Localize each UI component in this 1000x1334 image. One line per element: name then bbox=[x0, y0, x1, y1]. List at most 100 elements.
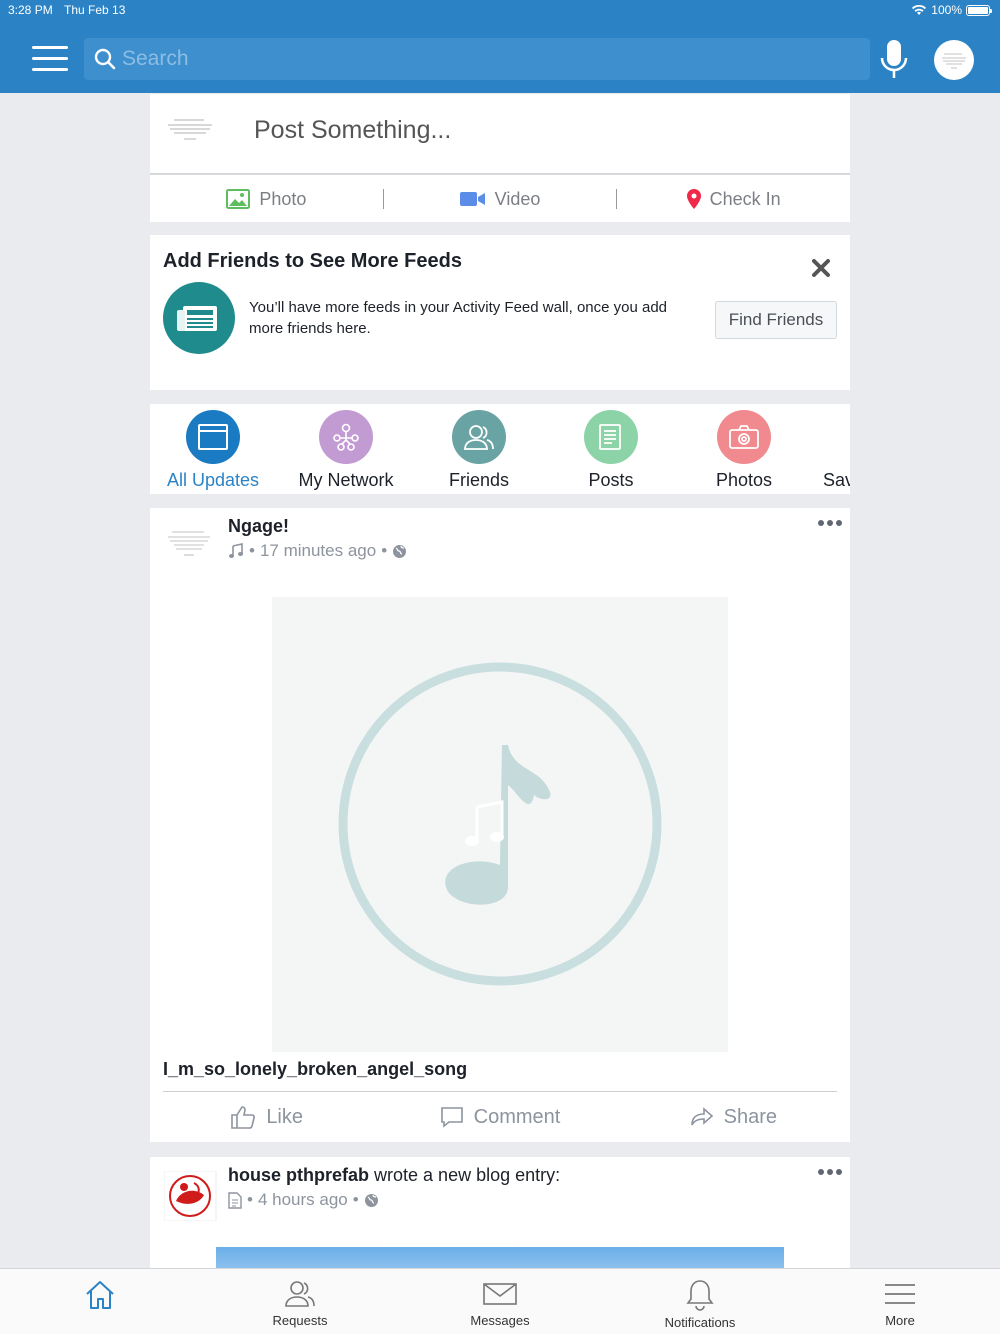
network-icon bbox=[319, 410, 373, 464]
share-icon bbox=[690, 1107, 713, 1126]
feed-filter-bar: All Updates My Network Friends Posts Pho… bbox=[150, 404, 850, 494]
photo-icon bbox=[226, 189, 251, 209]
post-author-avatar[interactable] bbox=[164, 522, 218, 572]
hamburger-menu-icon[interactable] bbox=[32, 46, 68, 72]
tab-requests[interactable]: Requests bbox=[200, 1269, 400, 1334]
post-time: 17 minutes ago bbox=[259, 541, 377, 560]
post-author-avatar[interactable] bbox=[163, 1170, 218, 1222]
check-in-label: Check In bbox=[709, 188, 781, 209]
post-meta: • 4 hours ago • bbox=[228, 1190, 379, 1210]
post-author-line: house pthprefab wrote a new blog entry: bbox=[228, 1165, 560, 1186]
video-icon bbox=[459, 192, 485, 206]
wifi-icon bbox=[912, 4, 927, 15]
globe-icon bbox=[364, 1193, 378, 1207]
add-friends-card: Add Friends to See More Feeds You’ll hav… bbox=[150, 235, 850, 390]
posts-icon bbox=[584, 410, 638, 464]
newspaper-icon bbox=[163, 282, 235, 354]
post-options-icon[interactable] bbox=[818, 1169, 842, 1175]
filter-label: Posts bbox=[588, 470, 634, 490]
photo-button[interactable]: Photo bbox=[150, 176, 383, 222]
post-actions: Like Comment Share bbox=[150, 1094, 850, 1140]
location-pin-icon bbox=[686, 189, 701, 209]
check-in-button[interactable]: Check In bbox=[617, 176, 850, 222]
like-button[interactable]: Like bbox=[150, 1094, 383, 1140]
filter-friends[interactable]: Friends bbox=[414, 410, 544, 491]
requests-icon bbox=[285, 1281, 315, 1307]
share-label: Share bbox=[723, 1105, 777, 1128]
tab-notifications[interactable]: Notifications bbox=[600, 1269, 800, 1334]
search-bar[interactable] bbox=[84, 38, 870, 80]
filter-label: Friends bbox=[448, 470, 510, 490]
music-note-icon bbox=[229, 543, 243, 558]
find-friends-button[interactable]: Find Friends bbox=[715, 301, 837, 339]
filter-label: Sav bbox=[823, 470, 850, 490]
camera-icon bbox=[717, 410, 771, 464]
add-friends-title: Add Friends to See More Feeds bbox=[163, 250, 462, 272]
post-author-name[interactable]: house pthprefab bbox=[228, 1165, 369, 1185]
comment-icon bbox=[440, 1107, 463, 1128]
comment-button[interactable]: Comment bbox=[383, 1094, 616, 1140]
battery-percent: 100% bbox=[931, 3, 962, 17]
window-icon bbox=[186, 410, 240, 464]
filter-all-updates[interactable]: All Updates bbox=[150, 410, 278, 491]
filter-photos[interactable]: Photos bbox=[679, 410, 809, 491]
tab-messages[interactable]: Messages bbox=[400, 1269, 600, 1334]
profile-avatar[interactable] bbox=[934, 40, 974, 80]
like-label: Like bbox=[266, 1105, 304, 1128]
bottom-tab-bar: Requests Messages Notifications More bbox=[0, 1268, 1000, 1334]
composer-placeholder[interactable]: Post Something... bbox=[254, 116, 451, 145]
microphone-icon[interactable] bbox=[878, 38, 910, 80]
close-icon[interactable] bbox=[810, 257, 832, 279]
envelope-icon bbox=[483, 1283, 517, 1305]
photo-label: Photo bbox=[259, 188, 307, 209]
filter-my-network[interactable]: My Network bbox=[281, 410, 411, 491]
filter-label: Photos bbox=[715, 470, 773, 490]
music-circle-icon bbox=[338, 662, 662, 986]
post-media-title[interactable]: I_m_so_lonely_broken_angel_song bbox=[163, 1059, 467, 1080]
search-input[interactable] bbox=[122, 44, 822, 74]
status-time: 3:28 PM bbox=[8, 3, 53, 17]
saved-icon bbox=[812, 410, 850, 464]
post-time: 4 hours ago bbox=[257, 1190, 348, 1209]
status-right: 100% bbox=[911, 3, 992, 17]
post-divider bbox=[163, 1091, 837, 1092]
friends-icon bbox=[452, 410, 506, 464]
top-nav-bar bbox=[0, 22, 1000, 93]
user-avatar bbox=[164, 114, 220, 150]
menu-icon bbox=[885, 1284, 915, 1304]
status-bar: 3:28 PM Thu Feb 13 100% bbox=[0, 0, 1000, 22]
music-media-placeholder[interactable] bbox=[272, 597, 728, 1052]
battery-icon bbox=[966, 4, 992, 16]
globe-icon bbox=[393, 544, 407, 558]
filter-posts[interactable]: Posts bbox=[546, 410, 676, 491]
tab-label: Messages bbox=[470, 1313, 530, 1328]
feed-post: Ngage! • 17 minutes ago • I_m_so_lonely_… bbox=[150, 508, 850, 1142]
bell-icon bbox=[686, 1280, 714, 1311]
tab-label: Requests bbox=[272, 1313, 328, 1328]
tab-label: More bbox=[885, 1313, 915, 1328]
post-action-text: wrote a new blog entry: bbox=[374, 1165, 561, 1185]
share-button[interactable]: Share bbox=[617, 1094, 850, 1140]
meta-dot: • bbox=[381, 541, 388, 560]
filter-label: All Updates bbox=[166, 470, 260, 490]
post-meta: • 17 minutes ago • bbox=[228, 541, 407, 561]
post-composer: Post Something... Photo Video Check In bbox=[150, 94, 850, 222]
home-icon bbox=[86, 1281, 114, 1309]
composer-actions: Photo Video Check In bbox=[150, 176, 850, 222]
post-options-icon[interactable] bbox=[818, 520, 842, 526]
video-label: Video bbox=[494, 188, 541, 209]
meta-dot: • bbox=[249, 541, 255, 560]
filter-label: My Network bbox=[298, 470, 394, 490]
meta-dot: • bbox=[352, 1190, 359, 1209]
post-author-name[interactable]: Ngage! bbox=[228, 516, 289, 537]
tab-more[interactable]: More bbox=[800, 1269, 1000, 1334]
tab-label: Notifications bbox=[664, 1315, 736, 1330]
comment-label: Comment bbox=[473, 1105, 561, 1128]
filter-saved[interactable]: Sav bbox=[812, 410, 850, 491]
video-button[interactable]: Video bbox=[384, 176, 617, 222]
status-date: Thu Feb 13 bbox=[64, 3, 126, 17]
search-icon bbox=[94, 48, 116, 70]
meta-dot: • bbox=[247, 1190, 253, 1209]
tab-home[interactable] bbox=[0, 1269, 200, 1334]
document-icon bbox=[228, 1191, 242, 1209]
